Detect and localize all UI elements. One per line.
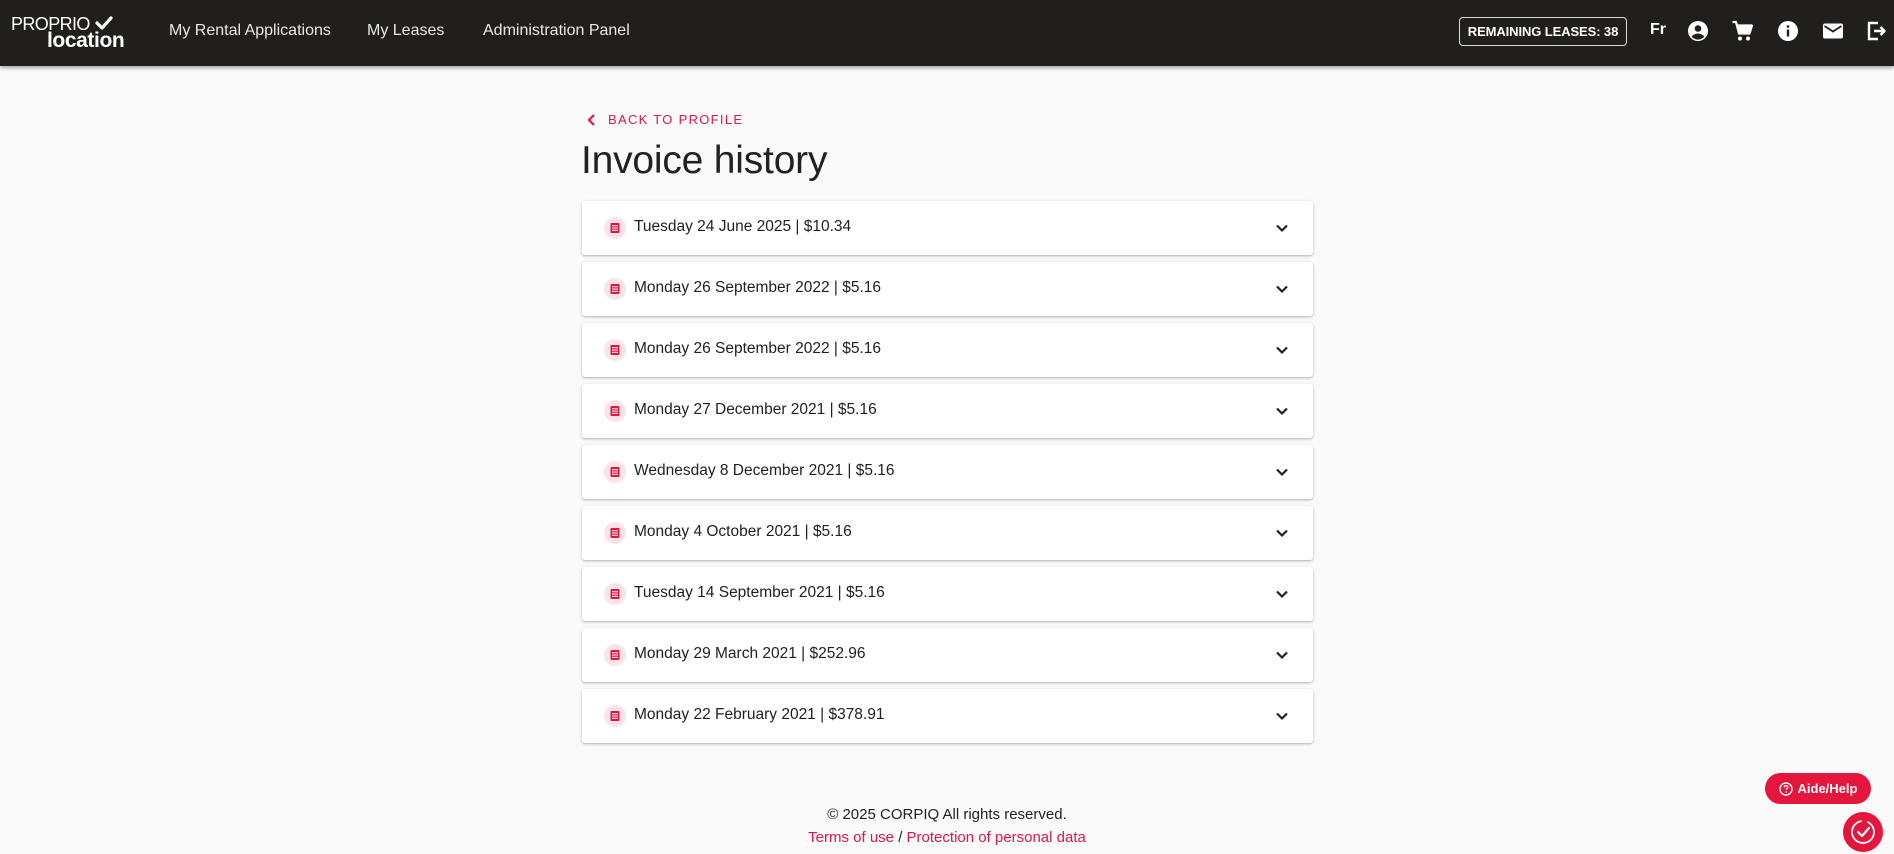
invoice-panel[interactable]: Monday 22 February 2021 | $378.91 (582, 689, 1313, 743)
copyright-text: © 2025 CORPIQ All rights reserved. (827, 806, 1067, 823)
invoice-panel[interactable]: Monday 4 October 2021 | $5.16 (582, 506, 1313, 560)
chevron-down-icon (1276, 468, 1288, 477)
invoice-document-icon (604, 400, 626, 422)
top-navigation-bar: PROPRIO location My Rental Applications … (0, 0, 1894, 66)
invoice-document-icon (604, 522, 626, 544)
invoice-panel[interactable]: Monday 27 December 2021 | $5.16 (582, 384, 1313, 438)
invoice-panel[interactable]: Monday 26 September 2022 | $5.16 (582, 323, 1313, 377)
chevron-left-icon (587, 113, 595, 126)
cookie-consent-button[interactable] (1843, 812, 1883, 852)
invoice-document-icon (604, 461, 626, 483)
remaining-leases-button[interactable]: REMAINING LEASES: 38 (1459, 17, 1627, 46)
chevron-down-icon (1276, 346, 1288, 355)
chevron-down-icon (1276, 590, 1288, 599)
cookie-check-icon (1851, 820, 1875, 844)
invoice-label: Monday 27 December 2021 | $5.16 (634, 401, 877, 418)
nav-my-leases[interactable]: My Leases (367, 0, 444, 66)
invoice-label: Monday 26 September 2022 | $5.16 (634, 279, 882, 296)
nav-administration-panel[interactable]: Administration Panel (483, 0, 630, 66)
language-toggle[interactable]: Fr (1650, 21, 1666, 39)
invoice-panel[interactable]: Monday 29 March 2021 | $252.96 (582, 628, 1313, 682)
invoice-document-icon (604, 339, 626, 361)
chevron-down-icon (1276, 529, 1288, 538)
footer-separator: / (898, 829, 903, 846)
logo-text-bottom: location (47, 29, 125, 52)
invoice-label: Monday 29 March 2021 | $252.96 (634, 645, 866, 662)
nav-my-rental-applications[interactable]: My Rental Applications (169, 0, 331, 66)
logout-icon[interactable] (1864, 19, 1888, 43)
info-icon[interactable] (1776, 19, 1800, 43)
back-to-profile-label: BACK TO PROFILE (608, 112, 744, 127)
invoice-label: Monday 26 September 2022 | $5.16 (634, 340, 882, 357)
account-circle-icon[interactable] (1686, 19, 1710, 43)
help-circle-icon (1778, 781, 1793, 796)
mail-icon[interactable] (1821, 19, 1845, 43)
invoice-panel[interactable]: Tuesday 14 September 2021 | $5.16 (582, 567, 1313, 621)
footer: © 2025 CORPIQ All rights reserved. Terms… (0, 806, 1894, 846)
invoice-document-icon (604, 705, 626, 727)
chevron-down-icon (1276, 224, 1288, 233)
invoice-label: Monday 4 October 2021 | $5.16 (634, 523, 852, 540)
invoice-document-icon (604, 644, 626, 666)
chevron-down-icon (1276, 712, 1288, 721)
invoice-document-icon (604, 583, 626, 605)
help-button-label: Aide/Help (1797, 781, 1858, 796)
help-button[interactable]: Aide/Help (1765, 773, 1871, 804)
page-title: Invoice history (581, 139, 828, 182)
chevron-down-icon (1276, 285, 1288, 294)
invoice-label: Wednesday 8 December 2021 | $5.16 (634, 462, 895, 479)
chevron-down-icon (1276, 407, 1288, 416)
back-to-profile-link[interactable]: BACK TO PROFILE (586, 112, 743, 127)
proprio-location-logo[interactable]: PROPRIO location (11, 14, 129, 52)
privacy-policy-link[interactable]: Protection of personal data (907, 829, 1086, 846)
invoice-label: Monday 22 February 2021 | $378.91 (634, 706, 885, 723)
invoice-label: Tuesday 24 June 2025 | $10.34 (634, 218, 852, 235)
chevron-down-icon (1276, 651, 1288, 660)
invoice-panel[interactable]: Wednesday 8 December 2021 | $5.16 (582, 445, 1313, 499)
invoice-panel[interactable]: Tuesday 24 June 2025 | $10.34 (582, 201, 1313, 255)
terms-of-use-link[interactable]: Terms of use (808, 829, 894, 846)
invoice-document-icon (604, 278, 626, 300)
invoice-list: Tuesday 24 June 2025 | $10.34 Monday 26 … (582, 201, 1313, 750)
invoice-label: Tuesday 14 September 2021 | $5.16 (634, 584, 885, 601)
logo-check-icon (95, 16, 113, 30)
invoice-panel[interactable]: Monday 26 September 2022 | $5.16 (582, 262, 1313, 316)
invoice-document-icon (604, 217, 626, 239)
cart-icon[interactable] (1731, 19, 1755, 43)
